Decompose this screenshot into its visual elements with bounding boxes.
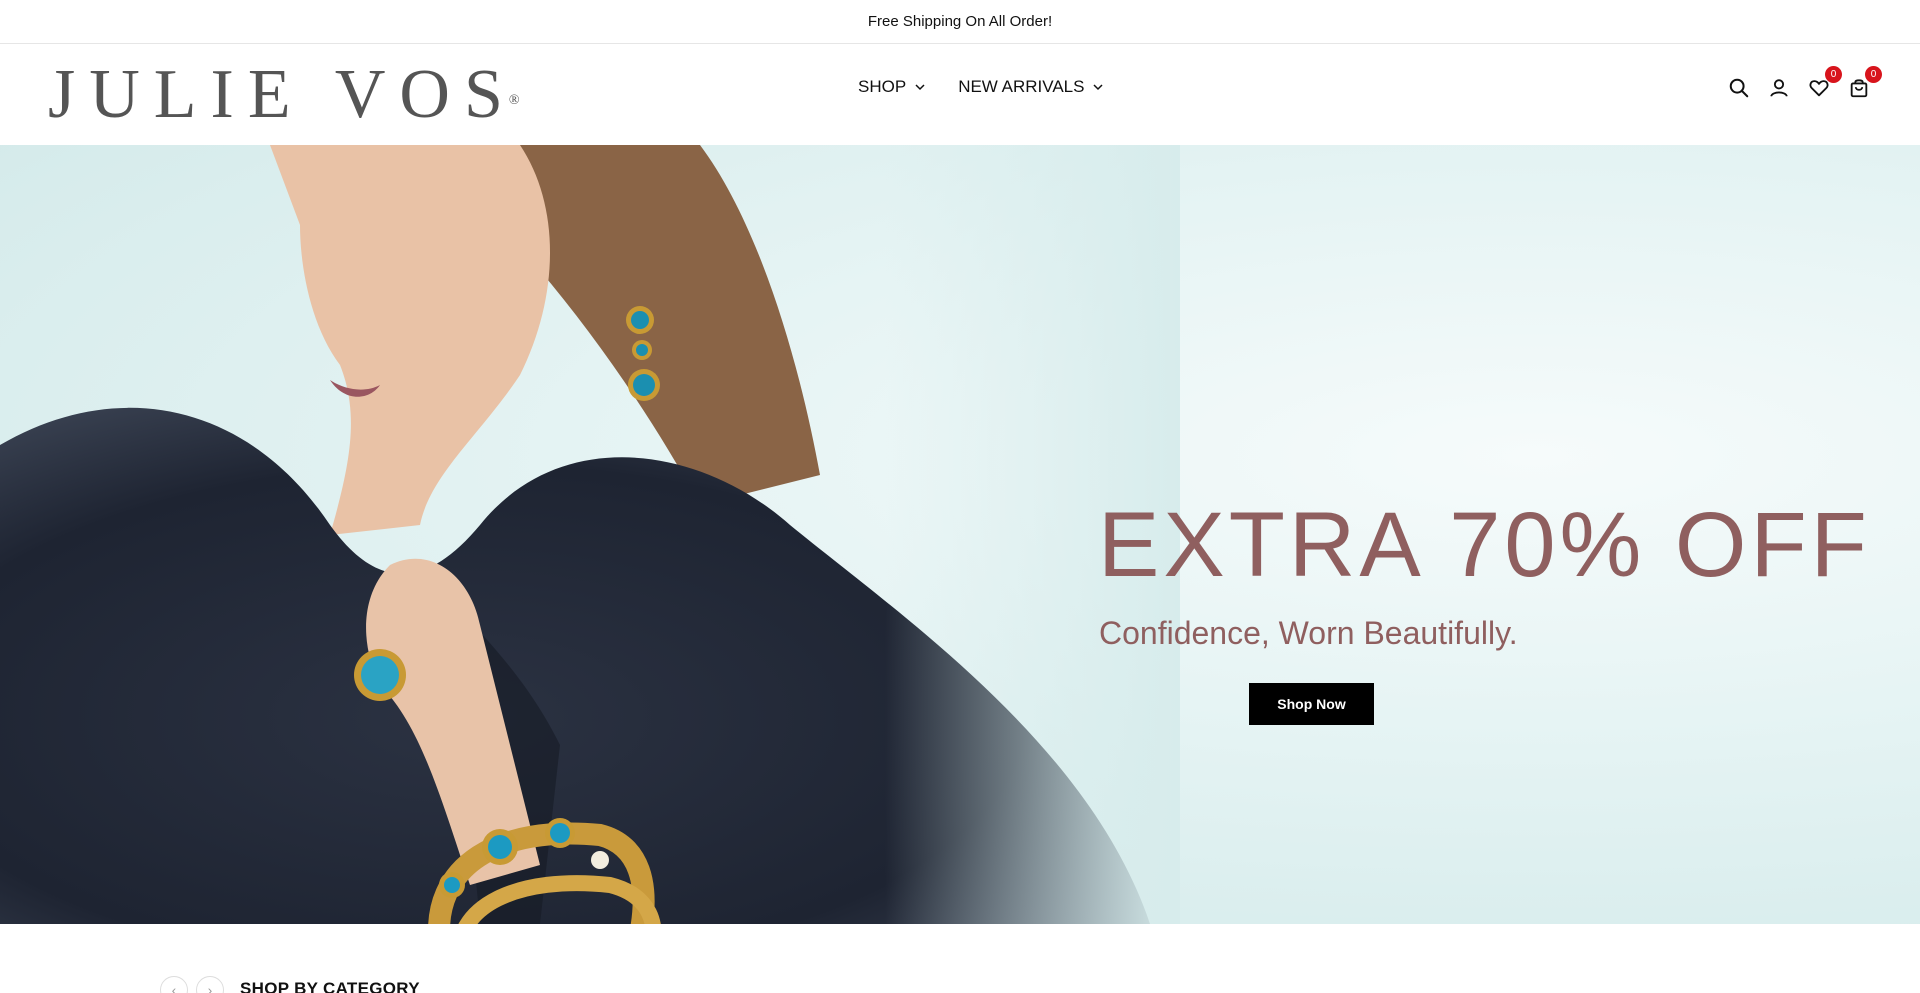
wishlist-count-badge: 0	[1825, 66, 1842, 83]
search-icon	[1729, 78, 1749, 98]
nav-item-new-arrivals[interactable]: NEW ARRIVALS	[958, 75, 1104, 99]
brand-logo-text: JULIE VOS	[48, 56, 517, 133]
site-header: JULIE VOS® SHOP NEW ARRIVALS 0 0	[0, 45, 1920, 145]
hero-title: EXTRA 70% OFF	[1098, 494, 1871, 596]
nav-item-label: SHOP	[858, 77, 907, 96]
cart-button[interactable]: 0	[1846, 66, 1882, 101]
section-title: SHOP BY CATEGORY	[240, 979, 420, 993]
hero-model-image	[0, 145, 1180, 924]
nav-item-shop[interactable]: SHOP	[858, 75, 926, 99]
carousel-prev-button[interactable]: ‹	[160, 976, 188, 993]
chevron-left-icon: ‹	[171, 982, 177, 993]
announcement-text: Free Shipping On All Order!	[867, 13, 1053, 30]
search-button[interactable]	[1726, 75, 1752, 101]
registered-mark: ®	[508, 93, 520, 108]
chevron-down-icon	[915, 84, 925, 91]
header-icons: 0 0	[1726, 66, 1882, 101]
cart-count-badge: 0	[1865, 66, 1882, 83]
chevron-down-icon	[1093, 84, 1103, 91]
hero-subtitle: Confidence, Worn Beautifully.	[1099, 615, 1518, 651]
chevron-right-icon: ›	[207, 982, 213, 993]
nav-item-label: NEW ARRIVALS	[958, 77, 1085, 96]
account-button[interactable]	[1766, 75, 1792, 101]
shop-now-button[interactable]: Shop Now	[1249, 683, 1374, 725]
hero-banner: EXTRA 70% OFF Confidence, Worn Beautiful…	[0, 145, 1920, 924]
announcement-bar: Free Shipping On All Order!	[0, 0, 1920, 44]
user-icon	[1770, 79, 1788, 97]
main-nav: SHOP NEW ARRIVALS	[858, 75, 1104, 99]
carousel-next-button[interactable]: ›	[196, 976, 224, 993]
wishlist-button[interactable]: 0	[1806, 66, 1842, 101]
brand-logo[interactable]: JULIE VOS®	[48, 57, 528, 133]
shop-by-category-section: ‹ › SHOP BY CATEGORY	[0, 924, 1920, 993]
